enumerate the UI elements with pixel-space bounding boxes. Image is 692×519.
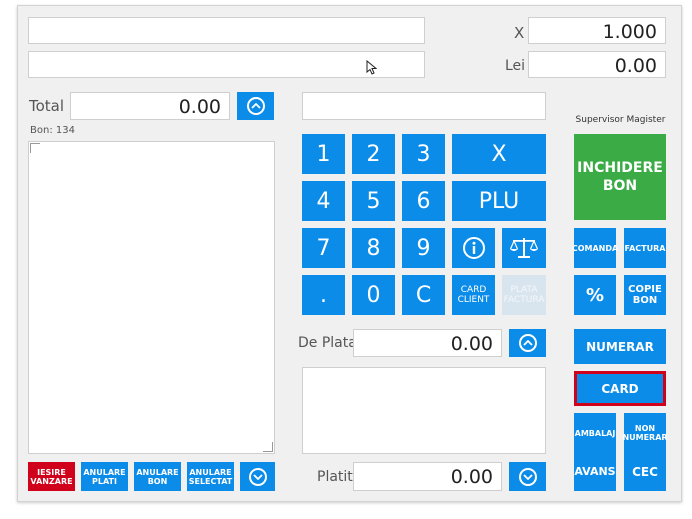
- de-plata-label: De Plata: [298, 335, 357, 351]
- ambalaj-button[interactable]: AMBALAJ: [574, 413, 616, 453]
- receipt-items-list[interactable]: [28, 141, 275, 454]
- key-dot[interactable]: .: [302, 275, 345, 315]
- quantity-x-label: X: [514, 24, 525, 42]
- total-value-field: 0.00: [70, 92, 230, 120]
- key-5[interactable]: 5: [352, 181, 395, 221]
- avans-button[interactable]: AVANS: [574, 453, 616, 491]
- key-4[interactable]: 4: [302, 181, 345, 221]
- key-plu[interactable]: PLU: [452, 181, 546, 221]
- cec-button[interactable]: CEC: [624, 453, 666, 491]
- total-toggle-button[interactable]: [237, 92, 274, 120]
- anulare-bon-button[interactable]: ANULARE BON: [134, 462, 181, 491]
- chevron-down-icon: [248, 467, 267, 486]
- iesire-vanzare-button[interactable]: IESIRE VANZARE: [28, 462, 75, 491]
- keypad-display-field[interactable]: [302, 92, 546, 120]
- supervisor-label: Supervisor Magister: [575, 115, 666, 125]
- copie-bon-button[interactable]: COPIE BON: [624, 275, 666, 315]
- plata-factura-button[interactable]: PLATA FACTURA: [502, 275, 546, 315]
- list-corner-tl: [30, 143, 40, 153]
- payments-list[interactable]: [302, 367, 546, 454]
- platit-field: 0.00: [353, 462, 502, 491]
- non-numerar-button[interactable]: NON NUMERAR: [622, 413, 668, 453]
- inchidere-bon-button[interactable]: INCHIDERE BON: [574, 134, 666, 220]
- chevron-up-icon: [518, 334, 537, 352]
- key-6[interactable]: 6: [402, 181, 445, 221]
- key-1[interactable]: 1: [302, 134, 345, 174]
- mouse-cursor-icon: [366, 60, 377, 75]
- de-plata-field: 0.00: [353, 329, 502, 357]
- key-9[interactable]: 9: [402, 228, 445, 268]
- list-scroll-down-button[interactable]: [240, 462, 275, 491]
- key-2[interactable]: 2: [352, 134, 395, 174]
- price-field[interactable]: 0.00: [528, 51, 666, 78]
- key-clear[interactable]: C: [402, 275, 445, 315]
- anulare-plati-button[interactable]: ANULARE PLATI: [81, 462, 128, 491]
- scale-icon: [509, 238, 539, 258]
- quantity-field[interactable]: 1.000: [528, 17, 666, 44]
- product-search-field[interactable]: [28, 17, 425, 44]
- bon-number-label: Bon: 134: [30, 125, 75, 136]
- key-7[interactable]: 7: [302, 228, 345, 268]
- key-multiply[interactable]: X: [452, 134, 546, 174]
- de-plata-toggle-button[interactable]: [509, 329, 546, 357]
- anulare-selectat-button[interactable]: ANULARE SELECTAT: [187, 462, 234, 491]
- factura-button[interactable]: FACTURA: [624, 228, 666, 268]
- card-client-button[interactable]: CARD CLIENT: [452, 275, 495, 315]
- numerar-button[interactable]: NUMERAR: [574, 329, 666, 364]
- key-8[interactable]: 8: [352, 228, 395, 268]
- discount-percent-button[interactable]: %: [574, 275, 616, 315]
- chevron-down-icon: [518, 467, 537, 486]
- info-icon: [462, 237, 485, 259]
- pos-window: X Lei 1.000 0.00 Total 0.00 Bon: 134 IES…: [17, 5, 682, 502]
- key-3[interactable]: 3: [402, 134, 445, 174]
- chevron-up-icon: [246, 97, 265, 115]
- total-label: Total: [29, 97, 65, 115]
- card-button[interactable]: CARD: [574, 371, 666, 406]
- scale-button[interactable]: [502, 228, 546, 268]
- key-0[interactable]: 0: [352, 275, 395, 315]
- platit-toggle-button[interactable]: [509, 462, 546, 491]
- platit-label: Platit: [317, 469, 353, 485]
- comanda-button[interactable]: COMANDA: [572, 228, 618, 268]
- list-corner-br: [263, 442, 273, 452]
- info-button[interactable]: [452, 228, 495, 268]
